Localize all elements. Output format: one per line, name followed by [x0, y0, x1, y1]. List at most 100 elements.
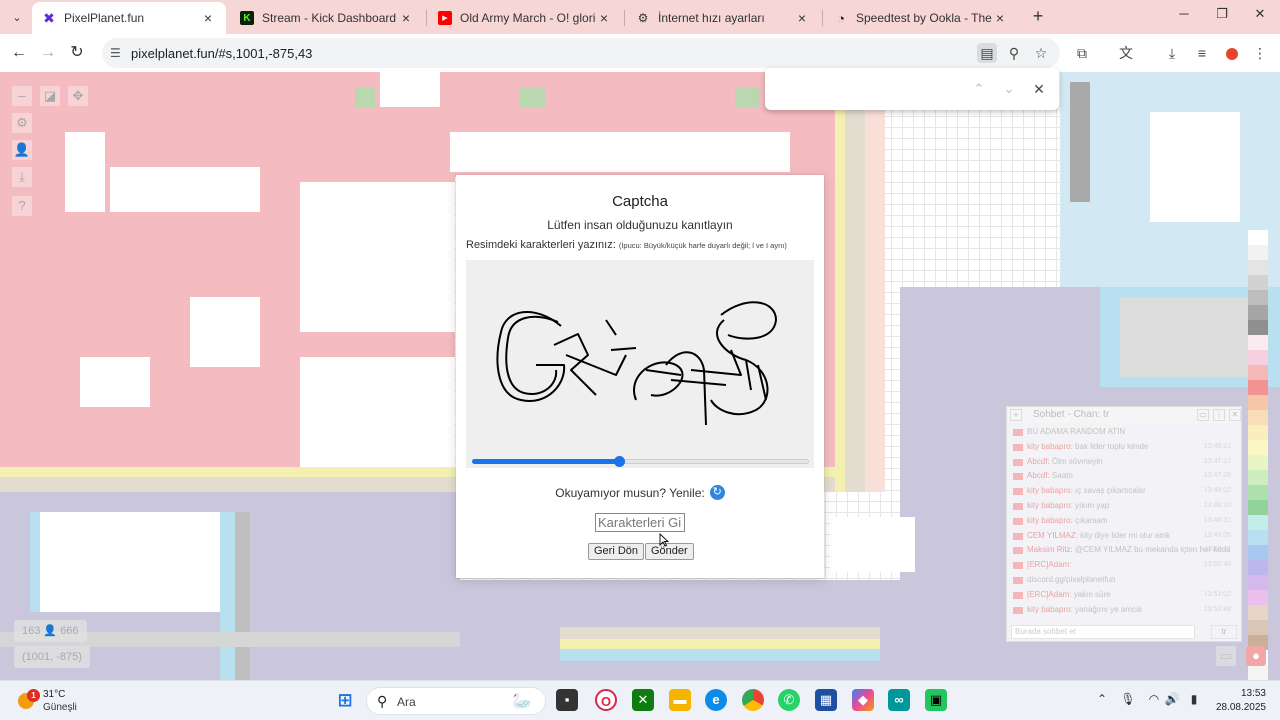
extensions-icon[interactable]: ⧉	[1072, 43, 1092, 63]
palette-swatch[interactable]	[1248, 620, 1268, 635]
chat-message-author[interactable]: kity babapro:	[1027, 516, 1073, 525]
tray-expand-icon[interactable]: ⌃	[1094, 692, 1110, 706]
palette-swatch[interactable]	[1248, 560, 1268, 575]
bookmark-star-icon[interactable]: ☆	[1031, 43, 1051, 63]
forward-button[interactable]: →	[37, 42, 59, 64]
tab-kick[interactable]: K Stream - Kick Dashboard ×	[230, 2, 424, 34]
zoom-icon[interactable]: ⚲	[1004, 43, 1024, 63]
settings-icon[interactable]: ⚙	[12, 113, 32, 133]
new-tab-button[interactable]: +	[1028, 6, 1048, 26]
chat-channel-select[interactable]: tr	[1211, 625, 1237, 639]
copilot-icon[interactable]: ◆	[852, 689, 874, 711]
palette-swatch[interactable]	[1248, 455, 1268, 470]
captcha-slider[interactable]	[472, 456, 809, 467]
taskbar-search[interactable]: ⚲ Ara 🦢	[366, 687, 546, 715]
palette-swatch[interactable]	[1248, 575, 1268, 590]
more-menu-icon[interactable]: ⋮	[1250, 43, 1270, 63]
tab-search-button[interactable]: ⌄	[7, 7, 27, 27]
arduino-icon[interactable]: ∞	[888, 689, 910, 711]
chat-toggle-icon[interactable]: ▭	[1216, 646, 1236, 666]
palette-swatch[interactable]	[1248, 425, 1268, 440]
close-icon[interactable]: ×	[794, 10, 810, 26]
reload-button[interactable]: ↻	[66, 42, 88, 64]
tab-internet-settings[interactable]: ⚙ İnternet hızı ayarları ×	[626, 2, 820, 34]
find-previous-button[interactable]: ⌃	[968, 78, 990, 100]
palette-swatch[interactable]	[1248, 275, 1268, 290]
translate-icon[interactable]: 文	[1116, 43, 1136, 63]
captcha-input[interactable]	[595, 513, 685, 532]
toggle-menu-icon[interactable]: –	[12, 86, 32, 106]
store-icon[interactable]: ▦	[815, 689, 837, 711]
palette-swatch[interactable]	[1248, 320, 1268, 335]
palette-swatch[interactable]	[1248, 440, 1268, 455]
microphone-icon[interactable]: 🎙	[1120, 692, 1136, 706]
user-icon[interactable]: 👤	[12, 140, 32, 160]
chat-message-author[interactable]: [ERC]Adam:	[1027, 590, 1071, 599]
close-icon[interactable]: ×	[596, 10, 612, 26]
tab-pixelplanet[interactable]: ✖ PixelPlanet.fun ×	[32, 2, 226, 34]
xbox-icon[interactable]: ✕	[632, 689, 654, 711]
chat-message-author[interactable]: Abcdf:	[1027, 457, 1050, 466]
app-icon[interactable]: ▣	[925, 689, 947, 711]
close-icon[interactable]: ×	[200, 10, 216, 26]
clock[interactable]: 13:53 28.08.2025	[1194, 687, 1266, 715]
page-find-icon[interactable]: ▤	[977, 43, 997, 63]
find-input[interactable]	[775, 78, 965, 100]
chat-message-author[interactable]: [ERC]Adam:	[1027, 560, 1071, 569]
palette-swatch[interactable]	[1248, 305, 1268, 320]
palette-swatch[interactable]	[1248, 545, 1268, 560]
palette-swatch[interactable]	[1248, 665, 1268, 680]
palette-swatch[interactable]	[1248, 470, 1268, 485]
wifi-icon[interactable]: ◠	[1146, 692, 1162, 706]
download-icon[interactable]: ⤓	[12, 167, 32, 187]
canvas-select-icon[interactable]: ◪	[40, 86, 60, 106]
palette-swatch[interactable]	[1248, 365, 1268, 380]
palette-swatch[interactable]	[1248, 500, 1268, 515]
file-explorer-icon[interactable]: ▬	[669, 689, 691, 711]
address-bar[interactable]: ☰ pixelplanet.fun/#s,1001,-875,43 ▤ ⚲ ☆	[102, 38, 1060, 68]
close-icon[interactable]: ×	[398, 10, 414, 26]
whatsapp-icon[interactable]: ✆	[778, 689, 800, 711]
chrome-icon[interactable]	[742, 689, 764, 711]
close-icon[interactable]: ×	[992, 10, 1008, 26]
reload-icon[interactable]: ↻	[709, 485, 725, 500]
profile-avatar-icon[interactable]	[1222, 43, 1242, 63]
download-icon[interactable]: ⤓	[1162, 43, 1182, 63]
chat-message-author[interactable]: Maksim Ritz:	[1027, 545, 1073, 554]
find-close-button[interactable]: ✕	[1028, 78, 1050, 100]
url-text[interactable]: pixelplanet.fun/#s,1001,-875,43	[131, 46, 312, 61]
weather-widget[interactable]: 1 31°C Güneşli	[18, 687, 98, 715]
palette-swatch[interactable]	[1248, 335, 1268, 350]
task-view-icon[interactable]: ▪	[556, 689, 578, 711]
palette-swatch[interactable]	[1248, 410, 1268, 425]
chat-input[interactable]: Burada sohbet et	[1011, 625, 1195, 639]
color-palette[interactable]	[1248, 230, 1268, 680]
chat-close-icon[interactable]: ✕	[1229, 409, 1241, 421]
palette-swatch[interactable]	[1248, 590, 1268, 605]
palette-swatch[interactable]	[1248, 605, 1268, 620]
chat-message-author[interactable]: kity babapro:	[1027, 501, 1073, 510]
palette-swatch[interactable]	[1248, 485, 1268, 500]
window-close-button[interactable]: ✕	[1248, 6, 1272, 26]
palette-swatch[interactable]	[1248, 290, 1268, 305]
chat-message-author[interactable]: kity babapro:	[1027, 605, 1073, 614]
edge-icon[interactable]: e	[705, 689, 727, 711]
chat-resize-icon[interactable]: ⋮	[1213, 409, 1225, 421]
move-icon[interactable]: ✥	[68, 86, 88, 106]
tab-speedtest[interactable]: ◔ Speedtest by Ookla - The Glob ×	[824, 2, 1018, 34]
palette-swatch[interactable]	[1248, 230, 1268, 245]
palette-swatch[interactable]	[1248, 380, 1268, 395]
back-button[interactable]: ←	[8, 42, 30, 64]
chat-add-icon[interactable]: +	[1010, 409, 1022, 421]
color-picker-icon[interactable]: ●	[1246, 646, 1266, 666]
palette-swatch[interactable]	[1248, 245, 1268, 260]
palette-swatch[interactable]	[1248, 395, 1268, 410]
palette-swatch[interactable]	[1248, 350, 1268, 365]
palette-swatch[interactable]	[1248, 260, 1268, 275]
volume-icon[interactable]: 🔊	[1164, 692, 1180, 706]
start-windows-icon[interactable]: ⊞	[334, 689, 356, 711]
palette-swatch[interactable]	[1248, 530, 1268, 545]
chat-message-author[interactable]: Abcdf:	[1027, 471, 1050, 480]
minimize-button[interactable]: ─	[1172, 6, 1196, 26]
help-icon[interactable]: ?	[12, 196, 32, 216]
